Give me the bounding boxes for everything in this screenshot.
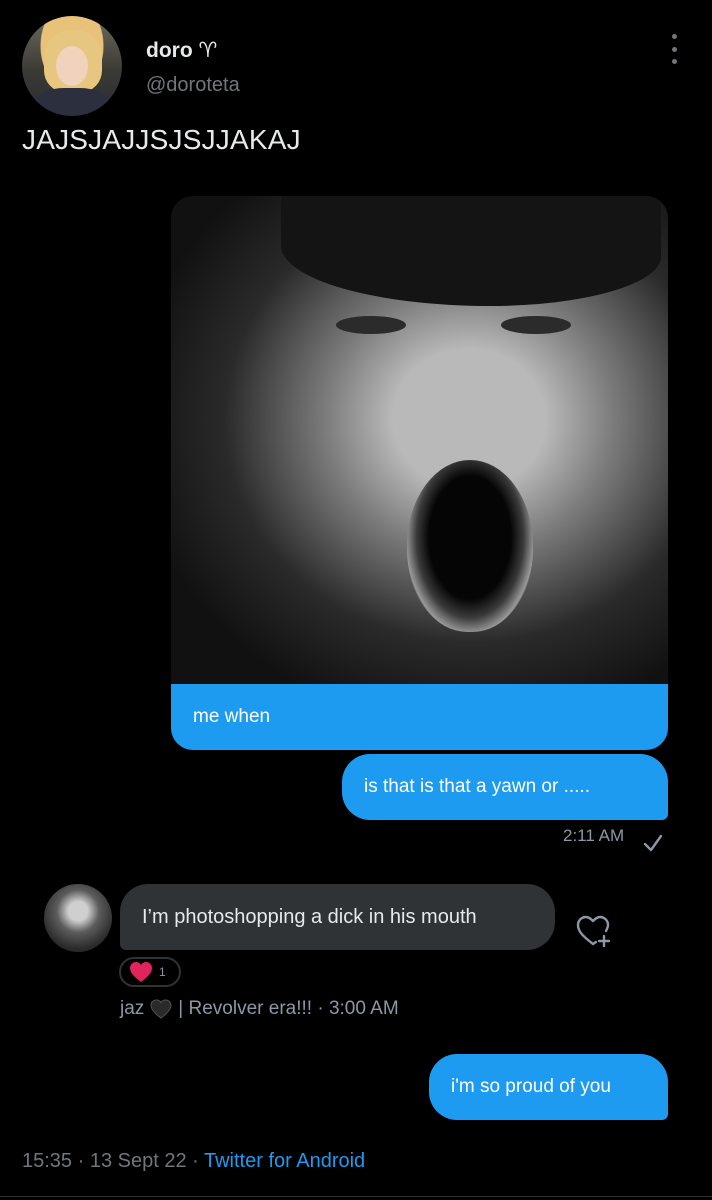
black-heart-emoji-icon: [150, 999, 172, 1019]
outgoing-message-bubble-2[interactable]: i'm so proud of you: [429, 1054, 668, 1120]
display-name[interactable]: doro ♈: [146, 38, 217, 63]
tweet-text: JAJSJAJJSJSJJAKAJ: [22, 124, 301, 155]
incoming-message-text: I’m photoshopping a dick in his mouth: [142, 905, 477, 928]
user-handle[interactable]: @doroteta: [146, 74, 240, 97]
dm-photo[interactable]: [171, 196, 668, 692]
tweet-metadata: 15:35 · 13 Sept 22 · Twitter for Android: [22, 1150, 365, 1173]
tweet-time-date: 15:35 · 13 Sept 22 ·: [22, 1150, 204, 1172]
profile-avatar[interactable]: [22, 16, 122, 116]
more-vertical-icon[interactable]: [666, 34, 682, 64]
photo-caption-text: me when: [193, 706, 271, 727]
sender-name: jaz: [120, 998, 145, 1019]
sender-suffix: | Revolver era!!! · 3:00 AM: [178, 998, 399, 1019]
message-timestamp: 2:11 AM: [563, 826, 625, 845]
reaction-pill[interactable]: 1: [119, 957, 181, 987]
outgoing-message-text-2: i'm so proud of you: [451, 1076, 611, 1097]
sender-line: jaz | Revolver era!!! · 3:00 AM: [120, 998, 399, 1020]
sender-avatar[interactable]: [44, 884, 112, 952]
tweet-client-link[interactable]: Twitter for Android: [204, 1150, 365, 1172]
check-icon: [643, 834, 663, 852]
reaction-count: 1: [159, 965, 166, 979]
incoming-message-bubble[interactable]: I’m photoshopping a dick in his mouth: [120, 884, 555, 950]
red-heart-emoji-icon: [130, 962, 152, 982]
divider: [0, 1196, 712, 1197]
outgoing-message-bubble[interactable]: is that is that a yawn or .....: [342, 754, 668, 820]
outgoing-message-text: is that is that a yawn or .....: [364, 776, 590, 797]
photo-caption-bubble[interactable]: me when: [171, 684, 668, 750]
heart-plus-icon[interactable]: [574, 912, 612, 948]
